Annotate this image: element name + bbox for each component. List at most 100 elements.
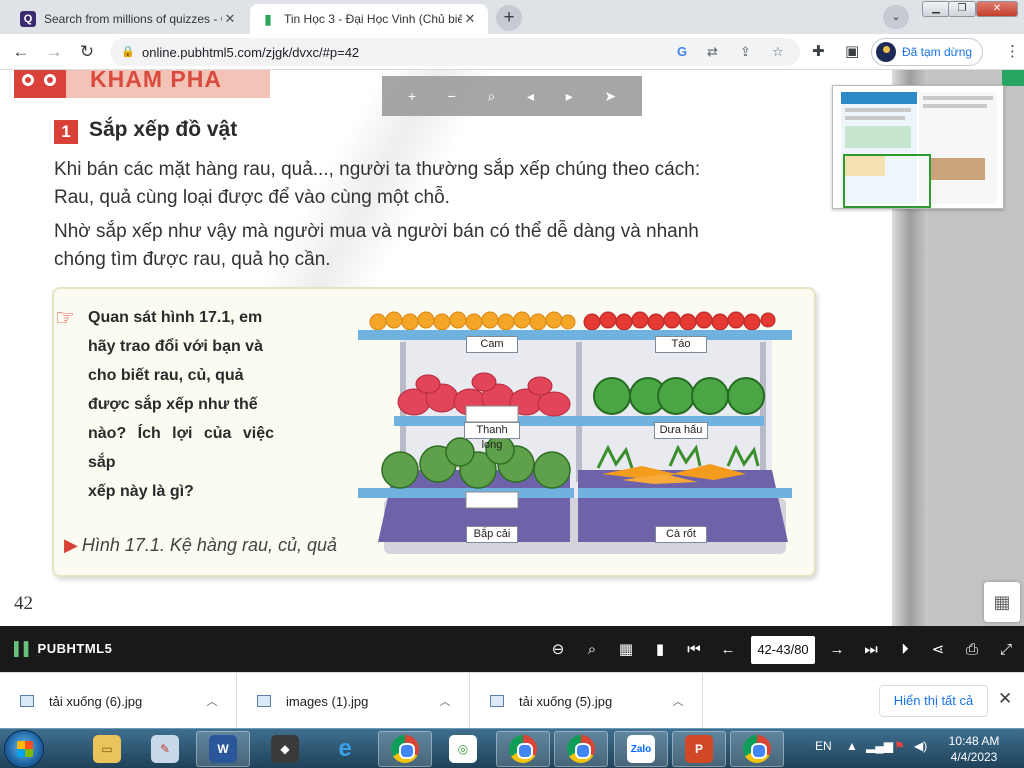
show-hidden-icons-icon[interactable]: ▲ [846,739,858,753]
pan-cursor-icon[interactable]: ➤ [604,88,616,105]
show-all-downloads-button[interactable]: Hiển thị tất cả [879,685,988,717]
taskbar-paint[interactable]: ✎ [138,731,192,767]
download-item[interactable]: tải xuống (6).jpg ︿ [0,673,237,729]
oranges [369,311,576,331]
reload-icon[interactable]: ↻ [75,40,99,64]
chevron-up-icon[interactable]: ︿ [435,693,455,709]
zoom-out-icon[interactable]: ⊖ [547,639,569,661]
page-indicator-input[interactable]: 42-43/80 [751,636,815,664]
tab-quizizz[interactable]: Q Search from millions of quizzes - Q ✕ [10,4,248,34]
clock[interactable]: 10:48 AM 4/4/2023 [944,733,1004,765]
zoom-in-icon[interactable]: + [408,88,416,104]
label-ca-rot: Cà rốt [655,526,707,543]
tab-search-chevron-icon[interactable]: ⌄ [883,5,909,29]
section-number-badge: 1 [54,120,78,144]
green-app-icon: ◎ [449,735,477,763]
avatar [876,42,896,62]
internet-explorer-icon: e [338,735,352,762]
roblox-icon: ◆ [271,735,299,763]
start-button[interactable] [4,730,44,768]
language-indicator[interactable]: EN [815,739,832,753]
restore-button[interactable]: ❐ [948,1,976,17]
magnifier-icon[interactable]: ⌕ [488,88,496,105]
search-icon[interactable]: ⌕ [581,639,603,661]
apples [583,311,776,331]
first-page-icon[interactable]: ⏮ [683,639,705,661]
label-tao: Táo [655,336,707,353]
chevron-up-icon[interactable]: ︿ [668,693,688,709]
share-icon[interactable]: ⇪ [740,44,751,60]
action-center-flag-icon[interactable]: ⚑ [894,739,905,753]
pointing-hand-icon: ☞ [55,305,75,330]
image-file-icon [257,695,271,707]
last-page-icon[interactable]: ⏭ [860,639,882,661]
bookmark-star-icon[interactable]: ☆ [772,44,784,60]
chrome-icon [391,735,419,763]
new-tab-button[interactable]: + [496,5,522,31]
fullscreen-icon[interactable]: ⤢ [995,639,1017,661]
tab-pubhtml5-book[interactable]: ▮ Tin Học 3 - Đại Học Vinh (Chủ biên ✕ [250,4,488,34]
quizizz-favicon-icon: Q [20,11,36,27]
download-item[interactable]: tải xuống (5).jpg ︿ [470,673,703,729]
extensions-puzzle-icon[interactable]: ✚ [812,42,825,60]
question-line: được sắp xếp như thế [88,396,258,413]
taskbar-chrome-2[interactable] [496,731,550,767]
taskbar-zalo[interactable]: Zalo [614,731,668,767]
word-icon: W [209,735,237,763]
side-panel-tab[interactable] [1002,70,1024,86]
windows-taskbar: ▭ ✎ W ◆ e ◎ Zalo P EN ▲ ▂▄▆ ⚑ ◀) 10:48 A… [0,728,1024,768]
network-icon[interactable]: ▂▄▆ [866,739,893,753]
taskbar-chrome-3[interactable] [554,731,608,767]
book-icon: ▮ [264,10,272,27]
taskbar-chrome-profile[interactable] [378,731,432,767]
forward-arrow-icon[interactable]: → [42,40,66,64]
menu-kebab-icon[interactable]: ⋮ [1005,42,1020,60]
back-arrow-icon[interactable]: ← [9,40,33,64]
reader-toolbar: ▌▌ PUBHTML5 ⊖ ⌕ ▦ ▮ ⏮ ← 42-43/80 → ⏭ ⏵ ⋖… [0,626,1024,672]
label-cam: Cam [466,336,518,353]
taskbar-coccoc[interactable]: ◎ [436,731,490,767]
arrow-right-icon[interactable]: ▸ [566,88,573,105]
autoplay-icon[interactable]: ⏵ [894,639,916,661]
translate-icon[interactable]: ⇄ [707,44,718,60]
taskbar-word[interactable]: W [196,731,250,767]
produce-shelf-illustration [358,311,792,554]
close-tab-icon[interactable]: ✕ [462,11,478,27]
page-thumbnail-navigator[interactable] [832,85,1004,209]
address-bar[interactable]: 🔒 online.pubhtml5.com/zjgk/dvxc/#p=42 G … [110,38,800,66]
section-title: Sắp xếp đồ vật [89,118,238,141]
chevron-up-icon[interactable]: ︿ [202,693,222,709]
qr-code-icon[interactable]: ▦ [984,582,1020,622]
previous-page-icon[interactable]: ← [717,639,739,661]
bookmark-icon[interactable]: ▮ [649,639,671,661]
paragraph-line: Khi bán các mặt hàng rau, quả..., người … [54,159,701,180]
taskbar-ie[interactable]: e [318,731,372,767]
page-number: 42 [14,593,33,614]
arrow-left-icon[interactable]: ◂ [527,88,534,105]
close-shelf-icon[interactable]: ✕ [998,689,1012,709]
zoom-toolbar: + − ⌕ ◂ ▸ ➤ [382,76,642,116]
thumbnails-grid-icon[interactable]: ▦ [615,639,637,661]
download-item[interactable]: images (1).jpg ︿ [237,673,470,729]
question-line: Quan sát hình 17.1, em [88,309,263,326]
profile-paused-button[interactable]: Đã tạm dừng [871,38,983,66]
share-icon[interactable]: ⋖ [927,639,949,661]
taskbar-explorer[interactable]: ▭ [80,731,134,767]
next-page-icon[interactable]: → [826,639,848,661]
caption-triangle-icon: ▶ [64,535,78,555]
minimize-button[interactable]: ▁ [922,1,950,17]
logo-text: PUBHTML5 [37,641,113,656]
taskbar-powerpoint[interactable]: P [672,731,726,767]
print-icon[interactable]: ⎙ [961,639,983,661]
clock-date: 4/4/2023 [950,750,998,764]
image-file-icon [490,695,504,707]
close-tab-icon[interactable]: ✕ [222,11,238,27]
taskbar-roblox[interactable]: ◆ [258,731,312,767]
google-icon[interactable]: G [677,44,687,59]
close-window-button[interactable]: ✕ [976,1,1018,17]
volume-icon[interactable]: ◀) [914,739,927,753]
label-dua-hau: Dưa hấu [654,422,708,439]
zoom-out-icon[interactable]: − [448,88,456,104]
side-panel-icon[interactable]: ▣ [845,42,859,60]
taskbar-chrome-4[interactable] [730,731,784,767]
